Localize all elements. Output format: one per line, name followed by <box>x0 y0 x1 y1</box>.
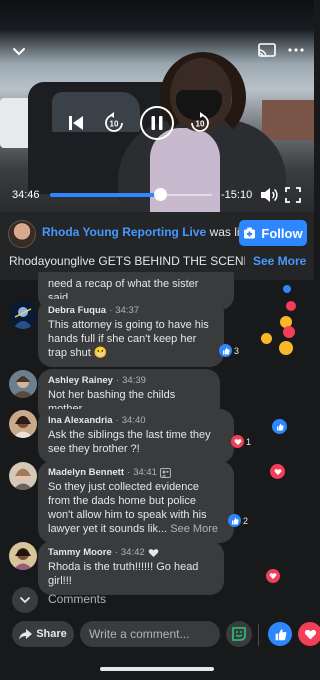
commenter-name[interactable]: Tammy Moore <box>48 547 112 558</box>
comment-text: This attorney is going to have his hands… <box>48 319 209 359</box>
reaction-count: 3 <box>234 345 240 356</box>
like-reaction-icon <box>219 344 232 357</box>
forward-10-icon[interactable]: 10 <box>188 111 212 135</box>
comment-bubble[interactable]: Tammy Moore · 34:42 Rhoda is the truth!!… <box>38 541 224 595</box>
avatar[interactable] <box>9 301 37 329</box>
commenter-name[interactable]: Ina Alexandria <box>48 415 113 426</box>
video-frame-building <box>262 100 314 140</box>
remaining-time: -15:10 <box>221 189 253 201</box>
share-icon <box>19 628 33 639</box>
comment-bubble[interactable]: Madelyn Bennett · 34:41 So they just col… <box>38 461 234 543</box>
like-reaction-icon <box>228 514 241 527</box>
follow-button[interactable]: Follow <box>239 220 307 246</box>
svg-text:10: 10 <box>110 120 119 129</box>
comment-text: So they just collected evidence from the… <box>48 481 218 535</box>
reaction-summary[interactable]: 1 <box>231 435 251 448</box>
elapsed-time: 34:46 <box>12 189 40 201</box>
comment-text: Ask the siblings the last time they see … <box>48 429 211 455</box>
volume-icon[interactable] <box>260 186 278 204</box>
comment-timestamp[interactable]: 34:40 <box>122 415 146 426</box>
floating-like-icon <box>283 285 291 293</box>
more-options-icon[interactable] <box>286 40 306 60</box>
cast-icon[interactable] <box>256 42 278 60</box>
pause-button[interactable] <box>138 104 176 142</box>
reaction-count: 2 <box>243 515 249 526</box>
live-header: Rhoda Young Reporting Live was live Foll… <box>0 212 314 280</box>
follow-icon <box>244 227 256 238</box>
commenter-name[interactable]: Madelyn Bennett <box>48 467 124 478</box>
progress-fill <box>50 193 160 197</box>
reaction-count: 1 <box>246 436 252 447</box>
comments-label: Comments <box>48 592 107 606</box>
like-button[interactable] <box>268 622 292 646</box>
avatar[interactable] <box>9 410 37 438</box>
floating-love-icon <box>270 464 285 479</box>
floating-haha-icon <box>261 333 272 344</box>
progress-scrubber[interactable] <box>154 188 167 201</box>
comment-timestamp[interactable]: 34:37 <box>115 305 139 316</box>
reaction-summary[interactable]: 2 <box>228 514 248 527</box>
thumbs-up-icon <box>275 628 286 640</box>
description-see-more[interactable]: See More <box>253 254 306 268</box>
page-avatar[interactable] <box>8 220 36 248</box>
floating-love-icon <box>286 301 296 311</box>
comment-bubble[interactable]: Ina Alexandria · 34:40 Ask the siblings … <box>38 409 234 463</box>
group-member-badge-icon <box>159 467 171 478</box>
comment-timestamp[interactable]: 34:39 <box>122 375 146 386</box>
floating-like-icon <box>272 419 287 434</box>
video-description: Rhodayounglive GETS BEHIND THE SCENES... <box>9 254 245 268</box>
page-name-link[interactable]: Rhoda Young Reporting Live <box>42 225 206 239</box>
collapse-comments-button[interactable] <box>12 587 38 613</box>
floating-love-icon <box>266 569 280 583</box>
avatar[interactable] <box>9 370 37 398</box>
avatar[interactable] <box>9 542 37 570</box>
share-label: Share <box>36 628 67 640</box>
heart-icon <box>304 629 316 639</box>
live-status-line: Rhoda Young Reporting Live was live <box>42 225 252 239</box>
sticker-button[interactable] <box>226 621 252 647</box>
share-button[interactable]: Share <box>12 621 74 647</box>
reaction-summary[interactable]: 3 <box>219 344 239 357</box>
home-indicator[interactable] <box>100 667 214 671</box>
svg-text:10: 10 <box>196 120 205 129</box>
comment-timestamp[interactable]: 34:42 <box>121 547 145 558</box>
follow-label: Follow <box>261 225 303 241</box>
commenter-name[interactable]: Ashley Rainey <box>48 375 113 386</box>
comment-input[interactable] <box>80 621 220 647</box>
avatar[interactable] <box>9 462 37 490</box>
rewind-10-icon[interactable]: 10 <box>102 111 126 135</box>
love-reaction-icon <box>231 435 244 448</box>
comment-see-more[interactable]: See More <box>170 523 218 535</box>
comment-bubble[interactable]: Debra Fuqua · 34:37 This attorney is goi… <box>38 299 224 367</box>
skip-back-icon[interactable] <box>64 111 88 135</box>
video-player[interactable]: 10 10 34:46 -15:10 <box>0 0 314 212</box>
heart-badge-icon <box>148 548 158 557</box>
floating-love-icon <box>283 326 295 338</box>
grimace-emoji-icon: 😬 <box>93 347 108 359</box>
comment-text: Rhoda is the truth!!!!!! Go head girl!!! <box>48 561 199 587</box>
footer-divider <box>258 624 259 646</box>
floating-haha-icon <box>279 341 293 355</box>
commenter-name[interactable]: Debra Fuqua <box>48 305 106 316</box>
sticker-icon <box>232 627 246 641</box>
chevron-down-icon <box>20 597 30 604</box>
fullscreen-icon[interactable] <box>284 186 302 204</box>
collapse-chevron-icon[interactable] <box>8 40 30 62</box>
comment-timestamp[interactable]: 34:41 <box>133 467 157 478</box>
love-button[interactable] <box>298 622 320 646</box>
